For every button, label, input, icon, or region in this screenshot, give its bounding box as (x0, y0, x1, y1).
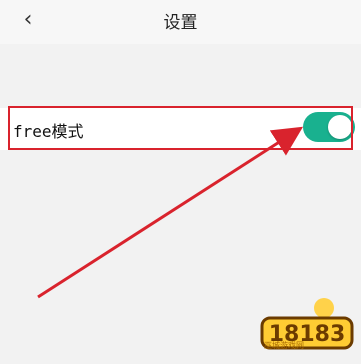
watermark-subtext: 巫城游戏网 (264, 341, 304, 350)
